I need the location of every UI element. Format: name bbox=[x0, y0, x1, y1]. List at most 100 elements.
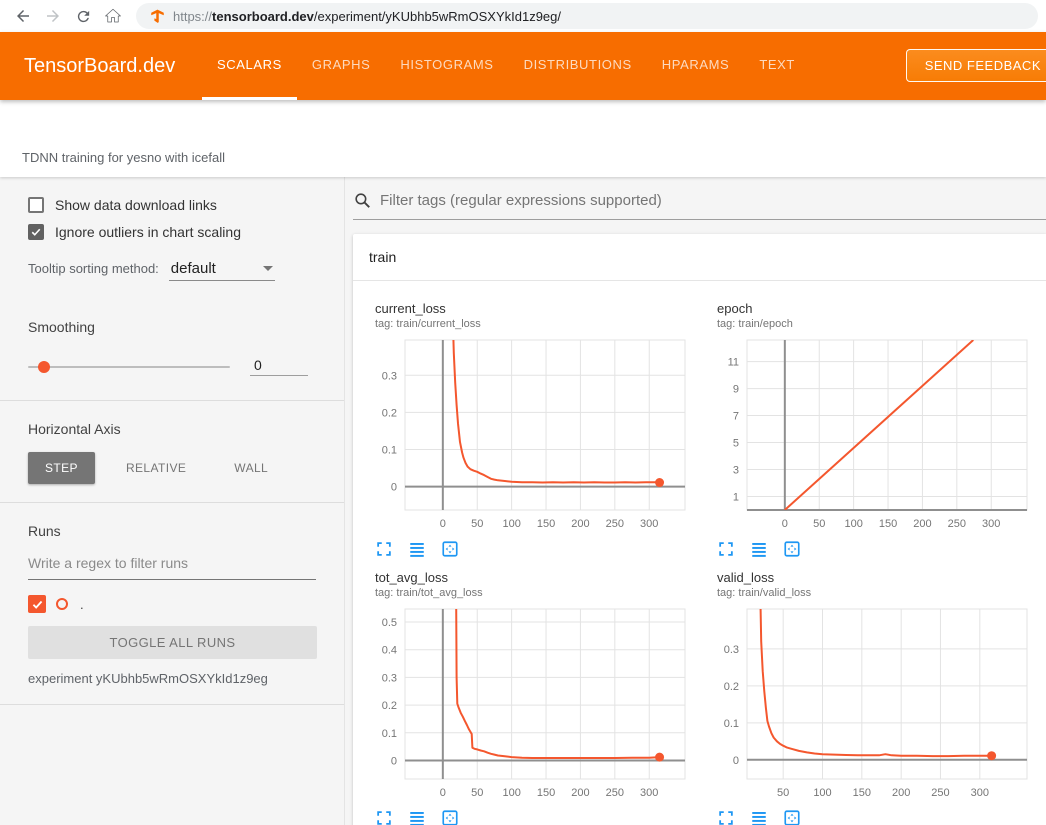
tab-histograms[interactable]: HISTOGRAMS bbox=[385, 32, 508, 100]
stacked-lines-icon[interactable] bbox=[408, 809, 426, 825]
back-arrow-icon[interactable] bbox=[8, 2, 38, 30]
svg-text:200: 200 bbox=[892, 787, 910, 799]
svg-text:200: 200 bbox=[571, 787, 589, 799]
nav-tabs: SCALARS GRAPHS HISTOGRAMS DISTRIBUTIONS … bbox=[202, 32, 810, 100]
chart-title: valid_loss bbox=[701, 570, 1043, 585]
toggle-all-runs-button[interactable]: TOGGLE ALL RUNS bbox=[28, 626, 317, 659]
run-item[interactable]: . bbox=[28, 595, 316, 613]
tab-graphs[interactable]: GRAPHS bbox=[297, 32, 386, 100]
axis-relative-button[interactable]: RELATIVE bbox=[109, 452, 203, 484]
svg-text:50: 50 bbox=[471, 787, 483, 799]
smoothing-slider[interactable] bbox=[28, 366, 230, 368]
chart-plot-current_loss[interactable]: 05010015020025030000.10.20.3 bbox=[359, 334, 689, 538]
smoothing-value-input[interactable]: 0 bbox=[250, 357, 308, 376]
run-checkbox[interactable] bbox=[28, 595, 46, 613]
svg-text:0.2: 0.2 bbox=[382, 700, 397, 712]
tab-hparams[interactable]: HPARAMS bbox=[647, 32, 745, 100]
expand-icon[interactable] bbox=[717, 809, 735, 825]
svg-text:0.2: 0.2 bbox=[724, 681, 739, 693]
svg-text:300: 300 bbox=[982, 518, 1000, 530]
svg-text:0.4: 0.4 bbox=[382, 645, 397, 657]
svg-text:0.3: 0.3 bbox=[382, 370, 397, 382]
url-bar[interactable]: https://tensorboard.dev/experiment/yKUbh… bbox=[136, 3, 1038, 29]
horizontal-axis-label: Horizontal Axis bbox=[28, 421, 316, 437]
chart-tag: tag: train/valid_loss bbox=[701, 587, 1043, 599]
stacked-lines-icon[interactable] bbox=[750, 540, 768, 558]
experiment-bar: TDNN training for yesno with icefall bbox=[0, 100, 1046, 177]
checkbox-checked[interactable] bbox=[28, 224, 44, 240]
experiment-id-caption: experiment yKUbhb5wRmOSXYkId1z9eg bbox=[28, 671, 316, 686]
checkbox-label: Ignore outliers in chart scaling bbox=[55, 224, 241, 240]
svg-text:0.1: 0.1 bbox=[382, 444, 397, 456]
charts-grid: current_losstag: train/current_loss05010… bbox=[353, 281, 1046, 825]
stacked-lines-icon[interactable] bbox=[408, 540, 426, 558]
reload-icon[interactable] bbox=[68, 2, 98, 30]
run-name: . bbox=[80, 597, 84, 612]
fit-domain-icon[interactable] bbox=[783, 809, 801, 825]
chart-card-epoch: epochtag: train/epoch0501001502002503001… bbox=[701, 293, 1043, 558]
chart-plot-epoch[interactable]: 0501001502002503001357911 bbox=[701, 334, 1031, 538]
chart-plot-tot_avg_loss[interactable]: 05010015020025030000.10.20.30.40.5 bbox=[359, 603, 689, 807]
forward-arrow-icon[interactable] bbox=[38, 2, 68, 30]
chart-plot-valid_loss[interactable]: 5010015020025030000.10.20.3 bbox=[701, 603, 1031, 807]
chart-toolbar bbox=[359, 809, 701, 825]
svg-text:150: 150 bbox=[537, 787, 555, 799]
ignore-outliers-checkbox[interactable]: Ignore outliers in chart scaling bbox=[28, 224, 316, 240]
smoothing-label: Smoothing bbox=[28, 319, 316, 335]
svg-text:250: 250 bbox=[931, 787, 949, 799]
svg-text:100: 100 bbox=[502, 787, 520, 799]
smoothing-section: Smoothing 0 bbox=[0, 299, 344, 401]
svg-text:150: 150 bbox=[853, 787, 871, 799]
axis-wall-button[interactable]: WALL bbox=[217, 452, 285, 484]
svg-text:100: 100 bbox=[502, 518, 520, 530]
expand-icon[interactable] bbox=[717, 540, 735, 558]
svg-text:200: 200 bbox=[913, 518, 931, 530]
run-color-swatch-icon bbox=[56, 598, 68, 610]
check-icon bbox=[30, 226, 42, 238]
checkbox-unchecked[interactable] bbox=[28, 197, 44, 213]
axis-step-button[interactable]: STEP bbox=[28, 452, 95, 484]
chart-card-valid_loss: valid_losstag: train/valid_loss501001502… bbox=[701, 562, 1043, 825]
experiment-title: TDNN training for yesno with icefall bbox=[22, 150, 225, 165]
home-icon[interactable] bbox=[98, 2, 128, 30]
chart-toolbar bbox=[701, 809, 1043, 825]
fit-domain-icon[interactable] bbox=[441, 809, 459, 825]
filter-tags-row: Filter tags (regular expressions support… bbox=[345, 177, 1046, 210]
show-download-links-checkbox[interactable]: Show data download links bbox=[28, 197, 316, 213]
svg-text:0: 0 bbox=[391, 482, 397, 494]
svg-text:50: 50 bbox=[813, 518, 825, 530]
svg-text:200: 200 bbox=[571, 518, 589, 530]
url-text: https://tensorboard.dev/experiment/yKUbh… bbox=[173, 9, 561, 24]
check-icon bbox=[31, 598, 44, 611]
page: https://tensorboard.dev/experiment/yKUbh… bbox=[0, 0, 1046, 825]
general-settings-section: Show data download links Ignore outliers… bbox=[0, 177, 344, 299]
svg-text:0.1: 0.1 bbox=[382, 728, 397, 740]
expand-icon[interactable] bbox=[375, 540, 393, 558]
tooltip-sorting-select[interactable]: default bbox=[169, 260, 275, 281]
browser-toolbar: https://tensorboard.dev/experiment/yKUbh… bbox=[0, 0, 1046, 32]
stacked-lines-icon[interactable] bbox=[750, 809, 768, 825]
svg-text:0.3: 0.3 bbox=[382, 672, 397, 684]
tab-distributions[interactable]: DISTRIBUTIONS bbox=[509, 32, 647, 100]
expand-icon[interactable] bbox=[375, 809, 393, 825]
svg-text:300: 300 bbox=[640, 518, 658, 530]
svg-text:0: 0 bbox=[391, 755, 397, 767]
svg-text:300: 300 bbox=[640, 787, 658, 799]
filter-tags-input[interactable]: Filter tags (regular expressions support… bbox=[380, 192, 662, 209]
tab-scalars[interactable]: SCALARS bbox=[202, 32, 297, 100]
send-feedback-button[interactable]: SEND FEEDBACK bbox=[906, 49, 1046, 82]
svg-text:9: 9 bbox=[733, 384, 739, 396]
filter-underline bbox=[353, 219, 1046, 220]
chart-title: tot_avg_loss bbox=[359, 570, 701, 585]
chart-card-current_loss: current_losstag: train/current_loss05010… bbox=[359, 293, 701, 558]
runs-label: Runs bbox=[28, 523, 316, 539]
fit-domain-icon[interactable] bbox=[783, 540, 801, 558]
runs-section: Runs Write a regex to filter runs . TOGG… bbox=[0, 503, 344, 705]
runs-regex-input[interactable]: Write a regex to filter runs bbox=[28, 555, 316, 580]
svg-text:0.3: 0.3 bbox=[724, 644, 739, 656]
tag-group-header[interactable]: train bbox=[353, 234, 1046, 281]
slider-thumb[interactable] bbox=[38, 361, 50, 373]
fit-domain-icon[interactable] bbox=[441, 540, 459, 558]
tab-text[interactable]: TEXT bbox=[744, 32, 810, 100]
chart-card-tot_avg_loss: tot_avg_losstag: train/tot_avg_loss05010… bbox=[359, 562, 701, 825]
